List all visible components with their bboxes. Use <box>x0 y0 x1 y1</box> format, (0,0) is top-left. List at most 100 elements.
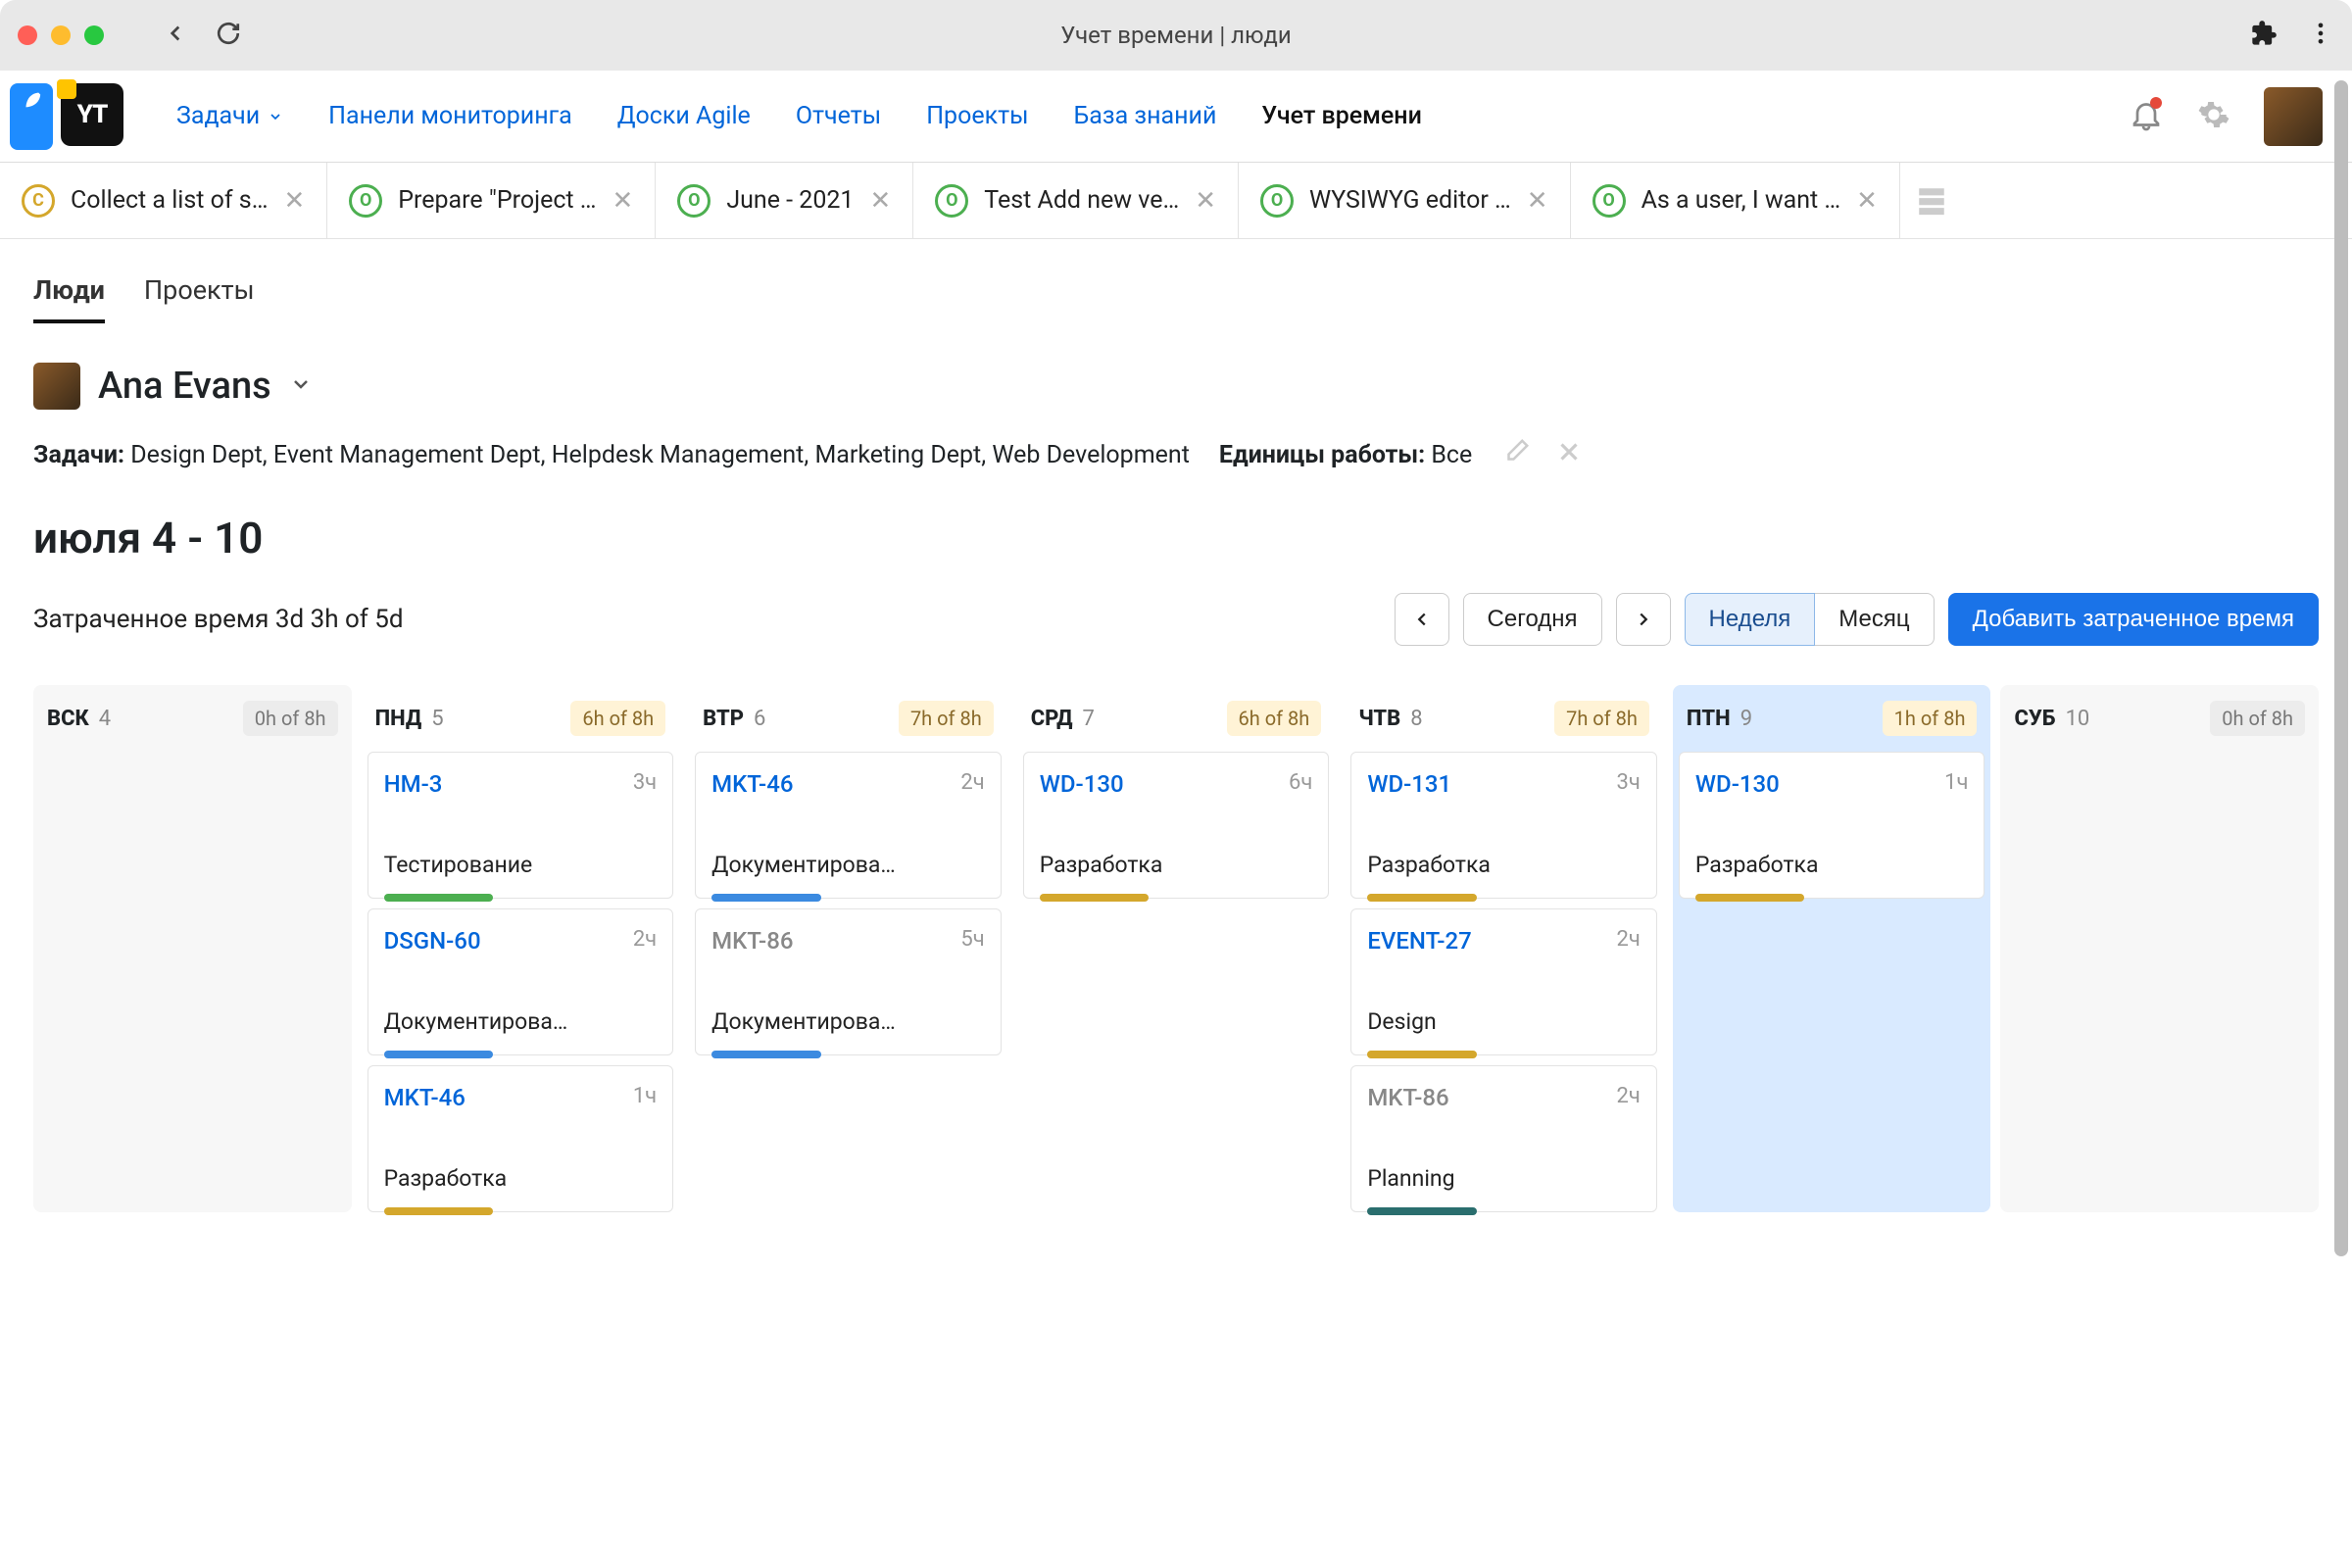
add-spent-time-button[interactable]: Добавить затраченное время <box>1948 593 2319 646</box>
card-type: Design <box>1367 1008 1641 1035</box>
card-progress-bar <box>1695 894 1804 902</box>
time-card[interactable]: MKT-86 2ч Planning <box>1350 1065 1657 1212</box>
card-id[interactable]: HM-3 <box>384 770 443 798</box>
spent-time-label: Затраченное время 3d 3h of 5d <box>33 605 404 634</box>
nav-projects[interactable]: Проекты <box>926 102 1028 130</box>
day-hours-badge: 1h of 8h <box>1883 701 1978 736</box>
subtab-people[interactable]: Люди <box>33 274 105 323</box>
clear-icon[interactable] <box>1554 437 1584 473</box>
tab-close-icon[interactable]: ✕ <box>869 186 891 216</box>
day-column: СРД 7 6h of 8h WD-130 6ч Разработка <box>1017 685 1336 1212</box>
prev-period-button[interactable] <box>1395 593 1449 646</box>
nav-timetracking[interactable]: Учет времени <box>1261 102 1421 130</box>
app-logo-feather[interactable] <box>10 83 53 150</box>
card-progress-bar <box>384 894 493 902</box>
time-card[interactable]: MKT-86 5ч Документирова… <box>695 908 1002 1055</box>
view-week-button[interactable]: Неделя <box>1685 593 1816 646</box>
tab-status-icon: O <box>1592 184 1626 218</box>
scrollbar[interactable] <box>2332 80 2350 1354</box>
window-zoom[interactable] <box>84 25 104 45</box>
card-id[interactable]: DSGN-60 <box>384 927 481 955</box>
card-type: Planning <box>1367 1165 1641 1192</box>
time-card[interactable]: WD-130 6ч Разработка <box>1023 752 1330 899</box>
tabs-overflow-icon[interactable] <box>1900 163 1963 238</box>
window-minimize[interactable] <box>51 25 71 45</box>
issue-tab[interactable]: O Prepare "Project … ✕ <box>327 163 656 238</box>
day-number: 10 <box>2066 707 2090 731</box>
day-abbr: ВСК <box>47 707 89 731</box>
day-column: ПНД 5 6h of 8h HM-3 3ч Тестирование DSGN… <box>362 685 680 1212</box>
user-chevron-icon[interactable] <box>289 372 313 400</box>
card-id[interactable]: EVENT-27 <box>1367 927 1471 955</box>
tab-close-icon[interactable]: ✕ <box>1856 186 1878 216</box>
tab-close-icon[interactable]: ✕ <box>1527 186 1548 216</box>
user-avatar[interactable] <box>2264 87 2323 146</box>
tab-label: Prepare "Project … <box>398 186 596 215</box>
nav-reports[interactable]: Отчеты <box>796 102 881 130</box>
card-duration: 2ч <box>633 927 657 952</box>
card-type: Документирова… <box>384 1008 658 1035</box>
issue-tab[interactable]: C Collect a list of s… ✕ <box>0 163 327 238</box>
next-period-button[interactable] <box>1616 593 1671 646</box>
card-id[interactable]: WD-130 <box>1040 770 1124 798</box>
tab-status-icon: O <box>677 184 710 218</box>
scroll-thumb[interactable] <box>2334 80 2348 1256</box>
app-logo-yt[interactable]: YT <box>61 83 123 146</box>
issue-tab[interactable]: O As a user, I want … ✕ <box>1571 163 1900 238</box>
reload-icon[interactable] <box>216 21 241 50</box>
time-card[interactable]: MKT-46 1ч Разработка <box>368 1065 674 1212</box>
notifications-icon[interactable] <box>2129 97 2164 136</box>
selected-user-avatar <box>33 363 80 410</box>
issue-tab[interactable]: O WYSIWYG editor … ✕ <box>1239 163 1571 238</box>
card-duration: 2ч <box>960 770 984 795</box>
card-id[interactable]: MKT-46 <box>384 1084 466 1111</box>
day-hours-badge: 0h of 8h <box>2210 701 2305 736</box>
card-id[interactable]: WD-130 <box>1695 770 1780 798</box>
card-type: Тестирование <box>384 852 658 878</box>
day-abbr: ВТР <box>703 707 744 731</box>
settings-icon[interactable] <box>2197 98 2230 135</box>
window-title: Учет времени | люди <box>1060 22 1292 49</box>
card-duration: 3ч <box>1617 770 1641 795</box>
time-card[interactable]: WD-130 1ч Разработка <box>1679 752 1985 899</box>
tab-close-icon[interactable]: ✕ <box>283 186 305 216</box>
main-nav: Задачи Панели мониторинга Доски Agile От… <box>176 102 1422 130</box>
day-abbr: ПНД <box>375 707 422 731</box>
issue-tab[interactable]: O Test Add new ve… ✕ <box>913 163 1239 238</box>
kebab-menu-icon[interactable] <box>2307 20 2334 51</box>
card-id[interactable]: MKT-86 <box>711 927 793 955</box>
tasks-label: Задачи: <box>33 441 124 469</box>
day-abbr: ПТН <box>1687 707 1731 731</box>
selected-user-name: Ana Evans <box>98 365 271 408</box>
tab-close-icon[interactable]: ✕ <box>1195 186 1216 216</box>
card-duration: 3ч <box>633 770 657 795</box>
day-hours-badge: 7h of 8h <box>1554 701 1649 736</box>
window-close[interactable] <box>18 25 37 45</box>
card-id[interactable]: WD-131 <box>1367 770 1451 798</box>
edit-icon[interactable] <box>1501 437 1531 473</box>
card-progress-bar <box>1040 894 1149 902</box>
subtab-projects[interactable]: Проекты <box>144 274 255 323</box>
back-icon[interactable] <box>163 21 188 50</box>
card-id[interactable]: MKT-86 <box>1367 1084 1448 1111</box>
tab-close-icon[interactable]: ✕ <box>612 186 634 216</box>
time-card[interactable]: HM-3 3ч Тестирование <box>368 752 674 899</box>
card-type: Документирова… <box>711 1008 985 1035</box>
time-card[interactable]: DSGN-60 2ч Документирова… <box>368 908 674 1055</box>
extension-icon[interactable] <box>2250 20 2278 51</box>
time-card[interactable]: MKT-46 2ч Документирова… <box>695 752 1002 899</box>
nav-knowledge[interactable]: База знаний <box>1074 102 1217 130</box>
view-month-button[interactable]: Месяц <box>1815 593 1934 646</box>
card-id[interactable]: MKT-46 <box>711 770 793 798</box>
time-card[interactable]: WD-131 3ч Разработка <box>1350 752 1657 899</box>
issue-tab[interactable]: O June - 2021 ✕ <box>656 163 913 238</box>
nav-agile[interactable]: Доски Agile <box>617 102 751 130</box>
notifications-badge <box>2150 97 2162 109</box>
time-card[interactable]: EVENT-27 2ч Design <box>1350 908 1657 1055</box>
nav-tasks[interactable]: Задачи <box>176 102 283 130</box>
today-button[interactable]: Сегодня <box>1463 593 1602 646</box>
nav-dashboards[interactable]: Панели мониторинга <box>328 102 572 130</box>
card-duration: 6ч <box>1289 770 1312 795</box>
tab-label: June - 2021 <box>726 186 854 215</box>
day-abbr: СУБ <box>2014 707 2055 731</box>
